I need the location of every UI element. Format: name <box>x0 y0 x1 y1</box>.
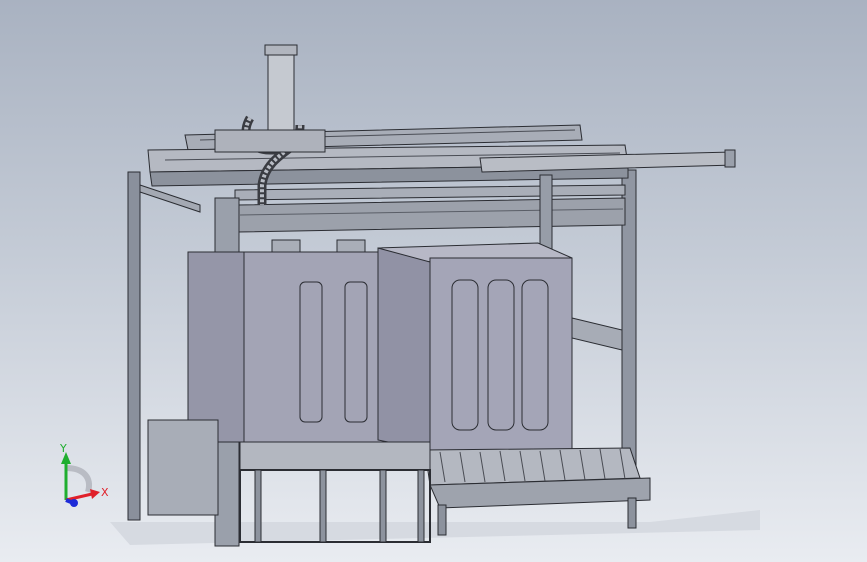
frame-diagonal-left <box>139 184 201 213</box>
coordinate-triad: Y X <box>59 442 109 507</box>
cargo-box-right-side <box>377 247 431 451</box>
cargo-box-left-side <box>187 251 245 443</box>
cargo-box-right[interactable] <box>429 257 573 451</box>
cross-beam-lower <box>237 197 626 233</box>
frame-column-front-right <box>539 174 553 256</box>
frame-column-back-left <box>127 171 141 521</box>
triad-rotation-arc <box>65 465 92 493</box>
vertical-cylinder[interactable] <box>267 51 295 133</box>
conveyor-leg-2 <box>627 497 637 529</box>
triad-x-arrow-icon <box>90 489 100 499</box>
cross-beam-upper <box>234 184 626 201</box>
infeed-conveyor-left[interactable] <box>147 419 219 516</box>
triad-y-label: Y <box>59 442 67 455</box>
conveyor-leg-1 <box>437 504 447 536</box>
frame-brace-right <box>571 317 623 351</box>
cylinder-cap <box>264 44 298 56</box>
triad-z-arrow-icon <box>70 499 78 507</box>
lift-platform-left[interactable] <box>239 441 431 471</box>
triad-x-axis <box>65 492 93 502</box>
cad-viewport[interactable]: Y X <box>0 0 867 562</box>
telescopic-arm-end <box>724 149 736 168</box>
triad-x-label: X <box>101 486 109 499</box>
machine-3d-model[interactable]: Y X <box>0 0 867 562</box>
gantry-carriage[interactable] <box>214 129 326 153</box>
